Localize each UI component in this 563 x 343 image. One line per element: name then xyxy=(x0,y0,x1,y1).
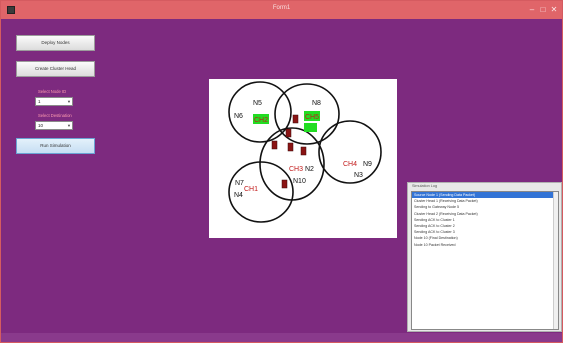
node-label: N9 xyxy=(363,161,372,168)
status-strip xyxy=(1,333,562,342)
simulation-log-panel: Simulation Log Source Node 1 (Sending Da… xyxy=(407,182,562,332)
node-marker xyxy=(300,146,307,156)
node-label: N4 xyxy=(234,192,243,199)
network-canvas: CH2 CH5 CH3 CH4 CH1 N5 N6 N8 N9 N3 N7 N4… xyxy=(209,79,397,238)
title-bar: Form1 – □ ✕ xyxy=(1,1,562,19)
node-marker xyxy=(292,114,299,124)
cluster-head-label: CH1 xyxy=(244,186,258,193)
node-label: N3 xyxy=(354,172,363,179)
node-label: N5 xyxy=(253,100,262,107)
cluster-head-label: CH4 xyxy=(343,161,357,168)
select-destination-dropdown[interactable]: 10 ▼ xyxy=(35,121,73,130)
create-cluster-head-button[interactable]: Create Cluster Head xyxy=(16,61,95,77)
log-title: Simulation Log xyxy=(412,184,438,188)
run-simulation-button[interactable]: Run Simulation xyxy=(16,138,95,154)
node-label: N6 xyxy=(234,113,243,120)
node-marker xyxy=(271,140,278,150)
close-button[interactable]: ✕ xyxy=(548,4,560,15)
select-destination-value: 10 xyxy=(38,123,44,128)
cluster-head-label: CH3 xyxy=(289,166,303,173)
select-node-label: Select Node ID xyxy=(38,89,67,94)
node-marker xyxy=(287,142,294,152)
cluster-circle xyxy=(259,127,325,201)
cluster-head-highlight xyxy=(304,123,317,132)
cluster-circle xyxy=(318,120,382,184)
app-window: Form1 – □ ✕ Deploy Nodes Create Cluster … xyxy=(0,0,563,343)
node-marker xyxy=(285,128,292,138)
node-marker xyxy=(281,179,288,189)
vertical-scrollbar[interactable] xyxy=(553,192,558,329)
cluster-head-label: CH2 xyxy=(254,117,268,124)
select-node-value: 1 xyxy=(38,99,41,104)
node-label: N10 xyxy=(293,178,306,185)
chevron-down-icon: ▼ xyxy=(67,99,71,104)
cluster-head-label: CH5 xyxy=(305,114,319,121)
log-list[interactable]: Source Node 1 (Sending Data Packet) Clus… xyxy=(411,191,559,330)
list-item[interactable]: Node 10 Packet Received xyxy=(412,242,558,248)
select-node-dropdown[interactable]: 1 ▼ xyxy=(35,97,73,106)
chevron-down-icon: ▼ xyxy=(67,123,71,128)
node-label: N7 xyxy=(235,180,244,187)
node-label: N8 xyxy=(312,100,321,107)
window-title: Form1 xyxy=(272,5,291,11)
deploy-nodes-button[interactable]: Deploy Nodes xyxy=(16,35,95,51)
network-diagram: CH2 CH5 CH3 CH4 CH1 N5 N6 N8 N9 N3 N7 N4… xyxy=(228,81,382,223)
node-label: N2 xyxy=(305,166,314,173)
select-destination-label: Select Destination xyxy=(38,113,72,118)
